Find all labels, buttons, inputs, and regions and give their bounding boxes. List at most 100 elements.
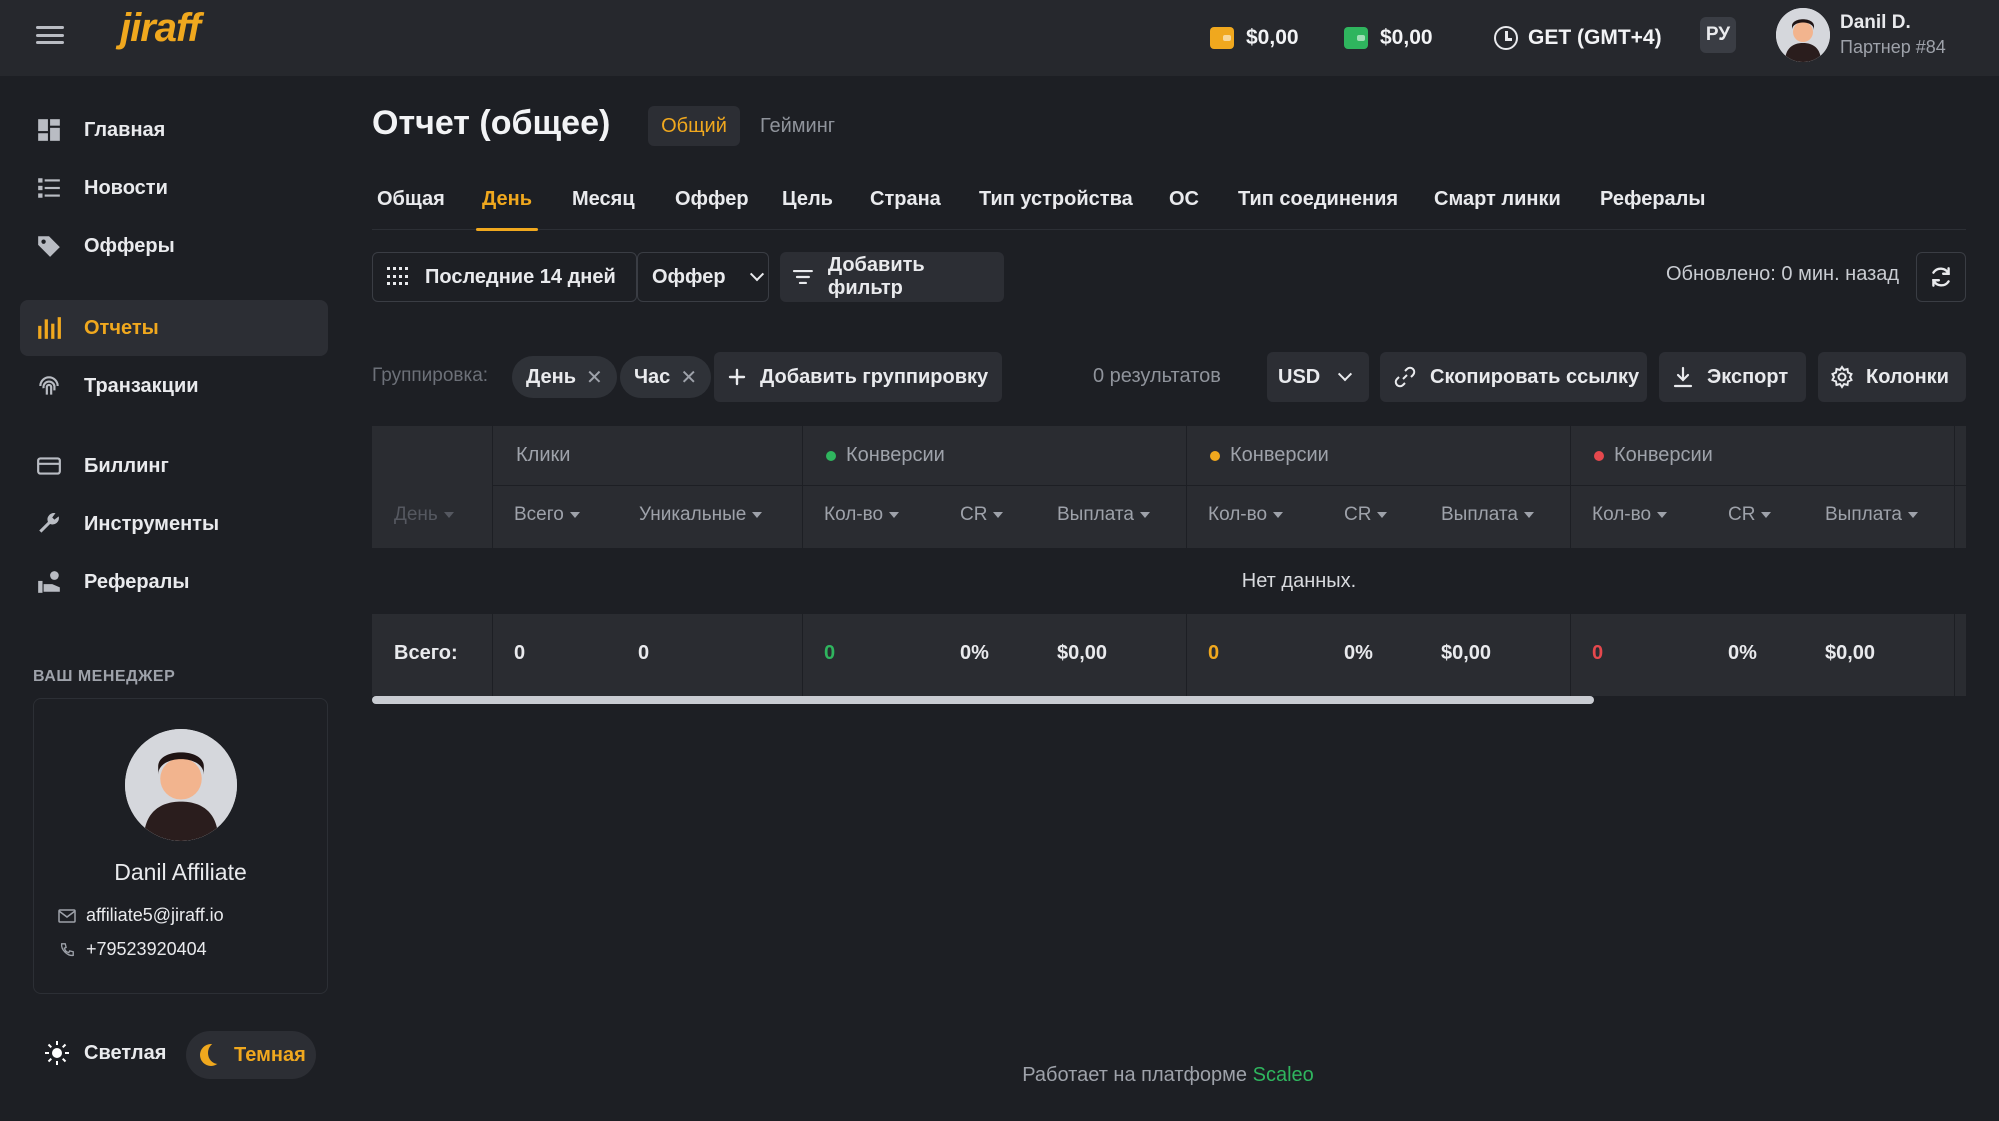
filter-icon <box>792 269 813 285</box>
tab-country[interactable]: Страна <box>870 168 941 230</box>
tab-general[interactable]: Общая <box>377 168 445 230</box>
download-icon <box>1673 366 1693 388</box>
columns-button[interactable]: Колонки <box>1818 352 1966 402</box>
chevron-down-icon <box>749 267 764 282</box>
column-divider <box>492 426 493 548</box>
offer-select[interactable]: Оффер <box>637 252 769 302</box>
footer-brand-link[interactable]: Scaleo <box>1253 1064 1314 1086</box>
tab-goal[interactable]: Цель <box>782 168 833 230</box>
grouping-chip-day[interactable]: День ✕ <box>512 356 617 398</box>
mode-gaming-button[interactable]: Гейминг <box>760 106 835 146</box>
column-divider <box>1954 426 1955 548</box>
column-header-payout[interactable]: Выплата <box>1825 504 1918 526</box>
sidebar-item-offers[interactable]: Офферы <box>20 218 328 274</box>
add-filter-button[interactable]: Добавить фильтр <box>780 252 1004 302</box>
total-approved-payout: $0,00 <box>1057 642 1108 664</box>
tab-os[interactable]: ОС <box>1169 168 1199 230</box>
referral-icon <box>36 569 62 595</box>
sidebar-item-news[interactable]: Новости <box>20 160 328 216</box>
column-header-cr[interactable]: CR <box>1728 504 1772 526</box>
fingerprint-icon <box>36 373 62 399</box>
report-tabs: Общая День Месяц Оффер Цель Страна Тип у… <box>372 168 1966 231</box>
column-header-count[interactable]: Кол-во <box>1208 504 1284 526</box>
group-header-conversions-declined: Конверсии <box>1594 444 1713 467</box>
balance-secondary-value: $0,00 <box>1380 26 1433 49</box>
sidebar-item-label: Офферы <box>84 234 175 257</box>
export-button[interactable]: Экспорт <box>1659 352 1806 402</box>
horizontal-scrollbar[interactable] <box>372 696 1594 704</box>
total-approved-cr: 0% <box>960 642 989 664</box>
sidebar-item-billing[interactable]: Биллинг <box>20 438 328 494</box>
report-table: Клики Конверсии Конверсии Конверсии День… <box>372 426 1966 696</box>
column-header-day[interactable]: День <box>394 504 454 526</box>
sort-caret-icon <box>752 512 763 518</box>
sidebar-item-reports[interactable]: Отчеты <box>20 300 328 356</box>
sidebar-item-label: Новости <box>84 176 168 199</box>
column-header-payout[interactable]: Выплата <box>1057 504 1150 526</box>
footer: Работает на платформе Scaleo <box>0 1064 1999 1087</box>
calendar-grid-icon <box>387 267 411 287</box>
balance-secondary: $0,00 <box>1344 20 1433 56</box>
grouping-chip-hour[interactable]: Час ✕ <box>620 356 712 398</box>
manager-email-value: affiliate5@jiraff.io <box>86 905 224 925</box>
date-range-button[interactable]: Последние 14 дней <box>372 252 637 302</box>
close-icon[interactable]: ✕ <box>586 365 603 390</box>
currency-select[interactable]: USD <box>1267 352 1369 402</box>
sort-caret-icon <box>569 512 580 518</box>
group-header-conversions-approved: Конверсии <box>826 444 945 467</box>
table-header: Клики Конверсии Конверсии Конверсии День… <box>372 426 1966 548</box>
column-header-label: Уникальные <box>639 504 747 525</box>
wrench-icon <box>36 511 62 537</box>
column-header-count[interactable]: Кол-во <box>824 504 900 526</box>
copy-link-button[interactable]: Скопировать ссылку <box>1380 352 1647 402</box>
refresh-icon <box>1932 267 1950 287</box>
sort-caret-icon <box>1273 512 1284 518</box>
add-grouping-button[interactable]: Добавить группировку <box>714 352 1002 402</box>
column-header-payout[interactable]: Выплата <box>1441 504 1534 526</box>
tab-offer[interactable]: Оффер <box>675 168 749 230</box>
menu-icon[interactable] <box>36 24 64 46</box>
sidebar-item-home[interactable]: Главная <box>20 102 328 158</box>
refresh-button[interactable] <box>1916 252 1966 302</box>
sun-icon <box>45 1041 69 1065</box>
manager-phone[interactable]: +79523920404 <box>58 939 207 960</box>
column-header-clicks-unique[interactable]: Уникальные <box>639 504 763 526</box>
sidebar-item-transactions[interactable]: Транзакции <box>20 358 328 414</box>
tab-device-type[interactable]: Тип устройства <box>979 168 1133 230</box>
language-switch[interactable]: РУ <box>1700 17 1736 53</box>
avatar[interactable] <box>1776 8 1830 62</box>
sidebar-item-label: Транзакции <box>84 374 199 397</box>
sidebar-item-referrals[interactable]: Рефералы <box>20 554 328 610</box>
tab-referrals[interactable]: Рефералы <box>1600 168 1705 230</box>
sort-caret-icon <box>1139 512 1150 518</box>
manager-email[interactable]: affiliate5@jiraff.io <box>58 905 224 926</box>
close-icon[interactable]: ✕ <box>680 365 697 390</box>
tag-icon <box>36 233 62 259</box>
tab-month[interactable]: Месяц <box>572 168 635 230</box>
link-icon <box>1394 366 1416 388</box>
tab-day[interactable]: День <box>476 168 538 231</box>
total-pending-count: 0 <box>1208 642 1220 664</box>
sort-caret-icon <box>1761 512 1772 518</box>
total-declined-count: 0 <box>1592 642 1604 664</box>
column-header-cr[interactable]: CR <box>1344 504 1388 526</box>
column-header-label: Кол-во <box>824 504 884 525</box>
tab-connection-type[interactable]: Тип соединения <box>1238 168 1398 230</box>
sidebar-item-tools[interactable]: Инструменты <box>20 496 328 552</box>
column-header-label: День <box>394 504 438 525</box>
logo[interactable]: jiraff <box>120 6 201 51</box>
mode-general-button[interactable]: Общий <box>648 106 740 146</box>
theme-light-button[interactable]: Светлая <box>44 1040 166 1066</box>
totals-row: Всего: 0 0 0 0% $0,00 0 0% $0,00 0 0% $0… <box>372 614 1966 696</box>
balance-main-value: $0,00 <box>1246 26 1299 49</box>
group-header-label: Конверсии <box>1230 444 1329 466</box>
sort-caret-icon <box>1657 512 1668 518</box>
tab-smart-links[interactable]: Смарт линки <box>1434 168 1561 230</box>
column-header-cr[interactable]: CR <box>960 504 1004 526</box>
column-header-clicks-total[interactable]: Всего <box>514 504 580 526</box>
user-name[interactable]: Danil D. <box>1840 12 1911 34</box>
timezone[interactable]: GET (GMT+4) <box>1494 20 1662 56</box>
manager-avatar <box>125 729 237 841</box>
column-header-count[interactable]: Кол-во <box>1592 504 1668 526</box>
total-unique-clicks: 0 <box>638 642 650 664</box>
